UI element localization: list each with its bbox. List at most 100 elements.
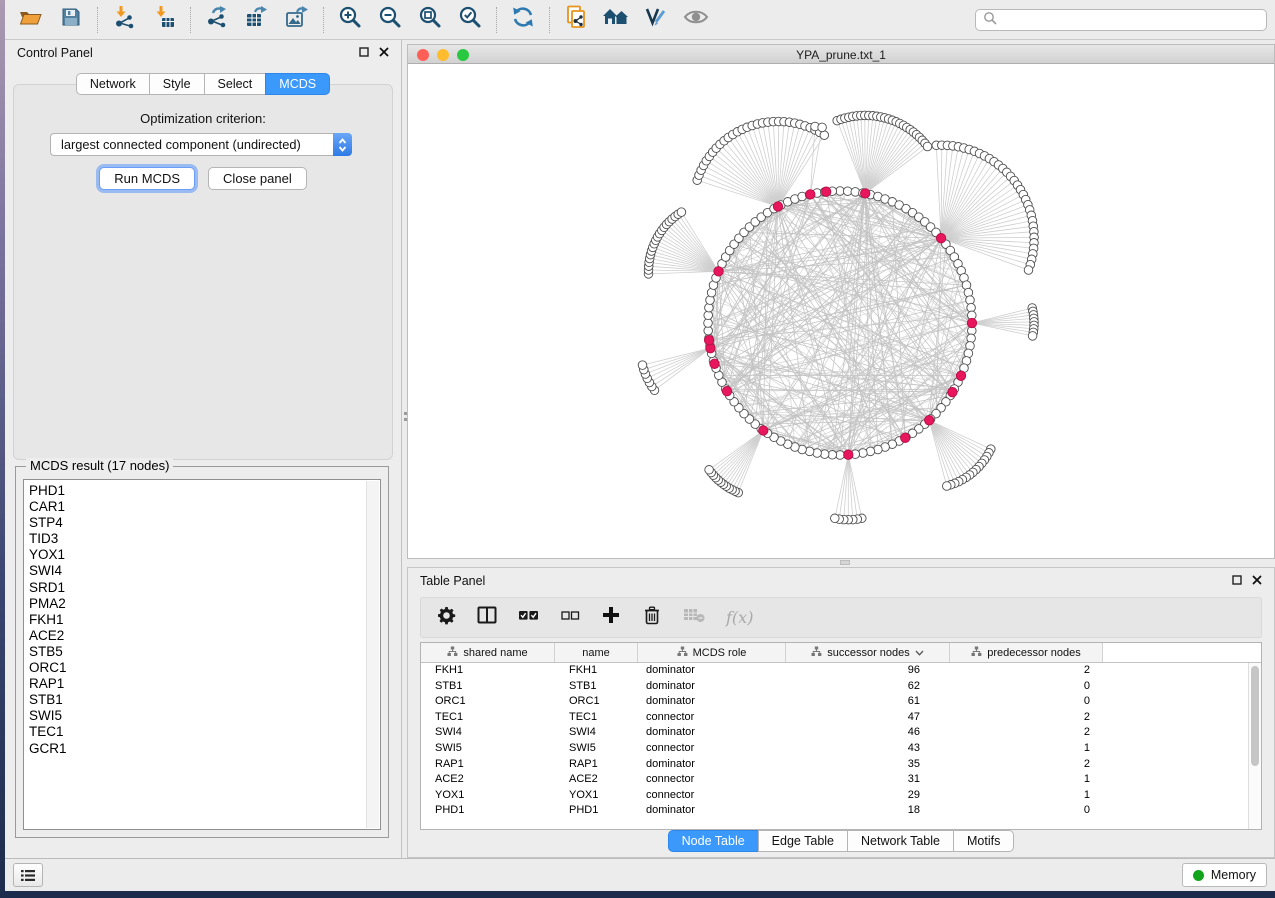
close-panel-button[interactable]: Close panel [208, 167, 307, 190]
toolbar-button-zoom-selected[interactable] [450, 4, 490, 36]
table-toolbar-columns-button[interactable] [477, 606, 497, 629]
column-header-successor-nodes[interactable]: successor nodes [786, 643, 950, 662]
network-canvas[interactable] [408, 64, 1274, 558]
toolbar-button-home[interactable] [596, 4, 636, 36]
graph-hub-node[interactable] [822, 187, 831, 196]
float-table-panel-icon[interactable] [1232, 574, 1242, 588]
table-row[interactable]: ORC1ORC1dominator610 [421, 694, 1248, 710]
tab-edge-table[interactable]: Edge Table [758, 830, 848, 852]
toolbar-button-export-image[interactable] [277, 4, 317, 36]
graph-hub-node[interactable] [710, 359, 719, 368]
table-row[interactable]: RAP1RAP1dominator352 [421, 757, 1248, 773]
graph-node[interactable] [820, 131, 829, 140]
toolbar-button-export-network[interactable] [197, 4, 237, 36]
network-graph[interactable] [408, 64, 1274, 558]
toolbar-button-refresh[interactable] [503, 4, 543, 36]
graph-hub-node[interactable] [956, 371, 965, 380]
table-toolbar-delete-button[interactable] [642, 606, 662, 630]
graph-node[interactable] [943, 482, 952, 491]
mcds-result-item[interactable]: PHD1 [29, 483, 67, 499]
graph-hub-node[interactable] [806, 190, 815, 199]
mcds-result-item[interactable]: STB5 [29, 644, 67, 660]
table-row[interactable]: SWI5SWI5connector431 [421, 741, 1248, 757]
graph-node[interactable] [818, 123, 827, 132]
graph-node[interactable] [923, 142, 932, 151]
graph-hub-node[interactable] [925, 416, 934, 425]
table-row[interactable]: STB1STB1dominator620 [421, 679, 1248, 695]
search-input[interactable] [1001, 11, 1266, 29]
graph-node[interactable] [831, 514, 840, 523]
tab-select[interactable]: Select [204, 73, 267, 95]
table-row[interactable]: ACE2ACE2connector311 [421, 772, 1248, 788]
close-panel-icon[interactable] [379, 46, 389, 60]
graph-hub-node[interactable] [948, 388, 957, 397]
table-row[interactable]: PHD1PHD1dominator180 [421, 803, 1248, 819]
mcds-result-item[interactable]: SWI4 [29, 563, 67, 579]
graph-node[interactable] [1028, 332, 1037, 341]
tab-network[interactable]: Network [76, 73, 150, 95]
mcds-result-item[interactable]: TID3 [29, 531, 67, 547]
search-box[interactable] [975, 9, 1267, 31]
float-panel-icon[interactable] [359, 46, 369, 60]
graph-hub-node[interactable] [967, 318, 976, 327]
graph-hub-node[interactable] [722, 387, 731, 396]
mcds-result-item[interactable]: GCR1 [29, 741, 67, 757]
table-scrollbar[interactable] [1248, 663, 1261, 829]
table-toolbar-deselect-all-button[interactable] [560, 609, 580, 627]
column-header-predecessor-nodes[interactable]: predecessor nodes [950, 643, 1103, 662]
toolbar-button-share-document[interactable] [556, 4, 596, 36]
graph-hub-node[interactable] [844, 450, 853, 459]
graph-hub-node[interactable] [714, 267, 723, 276]
table-row[interactable]: SWI4SWI4dominator462 [421, 725, 1248, 741]
table-row[interactable]: YOX1YOX1connector291 [421, 788, 1248, 804]
column-header-name[interactable]: name [555, 643, 638, 662]
table-row[interactable]: TEC1TEC1connector472 [421, 710, 1248, 726]
toolbar-button-import-network[interactable] [104, 4, 144, 36]
graph-hub-node[interactable] [901, 433, 910, 442]
tab-mcds[interactable]: MCDS [265, 73, 330, 95]
toolbar-button-zoom-fit[interactable] [410, 4, 450, 36]
show-panel-button[interactable] [13, 863, 43, 887]
toolbar-button-zoom-in[interactable] [330, 4, 370, 36]
close-table-panel-icon[interactable] [1252, 574, 1262, 588]
optimization-criterion-select[interactable]: largest connected component (undirected) [50, 133, 352, 156]
graph-hub-node[interactable] [704, 336, 713, 345]
toolbar-button-zoom-out[interactable] [370, 4, 410, 36]
toolbar-button-export-table[interactable] [237, 4, 277, 36]
graph-node[interactable] [677, 208, 686, 217]
graph-node[interactable] [705, 466, 714, 475]
table-scrollbar-thumb[interactable] [1251, 666, 1259, 766]
run-mcds-button[interactable]: Run MCDS [99, 167, 195, 190]
toolbar-button-import-table[interactable] [144, 4, 184, 36]
mcds-result-item[interactable]: ORC1 [29, 660, 67, 676]
mcds-result-item[interactable]: CAR1 [29, 499, 67, 515]
toolbar-button-open-file[interactable] [11, 4, 51, 36]
tab-motifs[interactable]: Motifs [953, 830, 1014, 852]
mcds-result-item[interactable]: TEC1 [29, 724, 67, 740]
table-toolbar-add-button[interactable] [601, 606, 621, 629]
mcds-result-item[interactable]: PMA2 [29, 596, 67, 612]
table-toolbar-select-all-button[interactable] [518, 609, 539, 627]
mcds-result-item[interactable]: RAP1 [29, 676, 67, 692]
mcds-result-item[interactable]: STP4 [29, 515, 67, 531]
mcds-result-item[interactable]: SWI5 [29, 708, 67, 724]
mcds-result-list[interactable]: PHD1CAR1STP4TID3YOX1SWI4SRD1PMA2FKH1ACE2… [23, 479, 381, 830]
graph-hub-node[interactable] [759, 426, 768, 435]
table-toolbar-settings-button[interactable] [436, 606, 456, 630]
graph-node[interactable] [1024, 266, 1033, 275]
mcds-result-item[interactable]: STB1 [29, 692, 67, 708]
list-scrollbar[interactable] [366, 481, 379, 828]
table-row[interactable]: FKH1FKH1dominator962 [421, 663, 1248, 679]
memory-button[interactable]: Memory [1182, 863, 1267, 887]
graph-hub-node[interactable] [861, 189, 870, 198]
graph-hub-node[interactable] [773, 202, 782, 211]
horizontal-splitter-handle[interactable] [840, 560, 850, 565]
mcds-result-item[interactable]: SRD1 [29, 580, 67, 596]
mcds-result-item[interactable]: ACE2 [29, 628, 67, 644]
mcds-result-item[interactable]: FKH1 [29, 612, 67, 628]
graph-hub-node[interactable] [936, 234, 945, 243]
toolbar-button-show-hidden[interactable] [676, 4, 716, 36]
toolbar-button-save-session[interactable] [51, 4, 91, 36]
column-header-shared-name[interactable]: shared name [421, 643, 555, 662]
mcds-result-item[interactable]: YOX1 [29, 547, 67, 563]
